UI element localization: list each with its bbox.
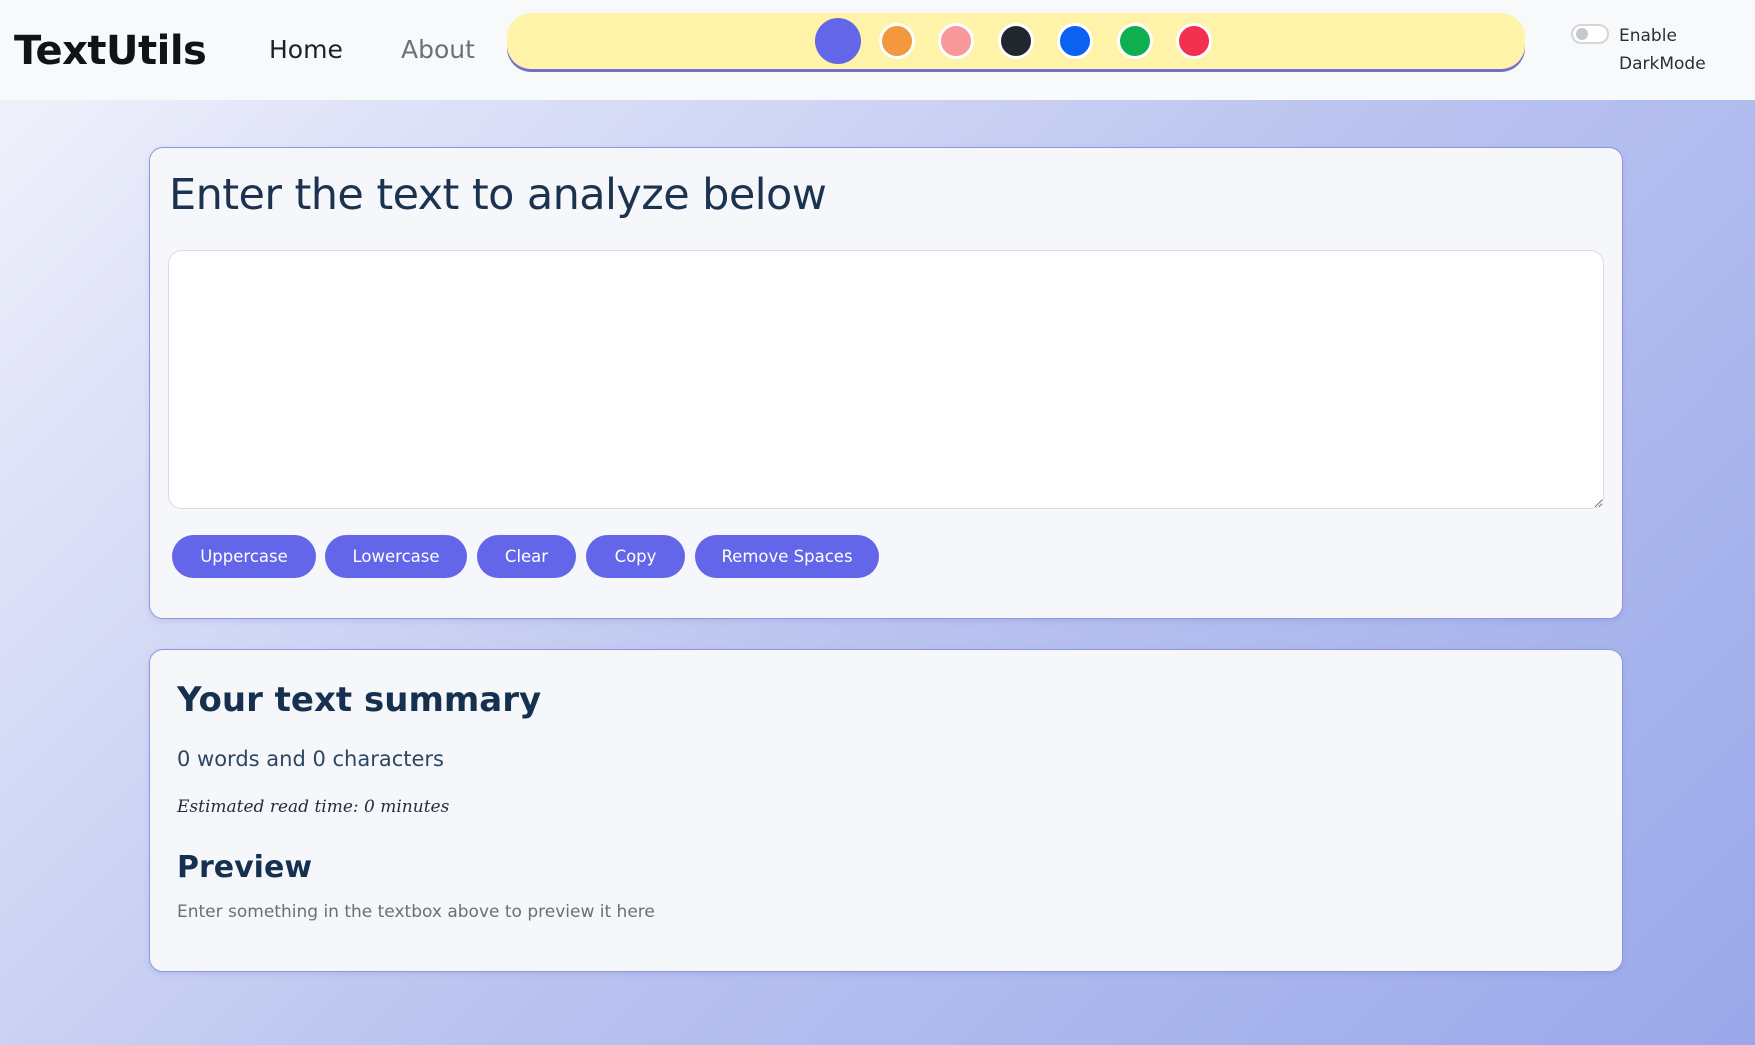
text-input-area[interactable] bbox=[168, 250, 1604, 509]
text-summary-card: Your text summary 0 words and 0 characte… bbox=[149, 649, 1623, 972]
text-input-card: Enter the text to analyze below Uppercas… bbox=[149, 147, 1623, 619]
clear-button[interactable]: Clear bbox=[477, 535, 576, 578]
remove-spaces-button[interactable]: Remove Spaces bbox=[695, 535, 879, 578]
brand-logo[interactable]: TextUtils bbox=[14, 26, 207, 76]
theme-swatch-green[interactable] bbox=[1117, 23, 1153, 59]
theme-swatch-dark[interactable] bbox=[998, 23, 1034, 59]
summary-heading: Your text summary bbox=[177, 680, 542, 720]
theme-swatch-red[interactable] bbox=[1176, 23, 1212, 59]
theme-swatch-blue[interactable] bbox=[1057, 23, 1093, 59]
read-time: Estimated read time: 0 minutes bbox=[177, 797, 450, 817]
preview-text: Enter something in the textbox above to … bbox=[177, 902, 655, 922]
navbar: TextUtils Home About Enable DarkMode bbox=[0, 0, 1755, 100]
theme-color-picker bbox=[507, 13, 1525, 69]
theme-swatch-orange[interactable] bbox=[879, 23, 915, 59]
preview-heading: Preview bbox=[177, 850, 313, 885]
nav-link-home[interactable]: Home bbox=[269, 34, 343, 66]
uppercase-button[interactable]: Uppercase bbox=[172, 535, 316, 578]
copy-button[interactable]: Copy bbox=[586, 535, 685, 578]
toggle-knob bbox=[1576, 28, 1588, 40]
input-heading: Enter the text to analyze below bbox=[169, 170, 827, 220]
nav-link-about[interactable]: About bbox=[401, 34, 475, 66]
dark-mode-label[interactable]: Enable DarkMode bbox=[1619, 22, 1729, 78]
dark-mode-toggle[interactable] bbox=[1571, 24, 1609, 44]
theme-swatch-indigo[interactable] bbox=[815, 18, 861, 64]
word-char-count: 0 words and 0 characters bbox=[177, 747, 444, 771]
lowercase-button[interactable]: Lowercase bbox=[325, 535, 467, 578]
theme-swatch-pink[interactable] bbox=[938, 23, 974, 59]
